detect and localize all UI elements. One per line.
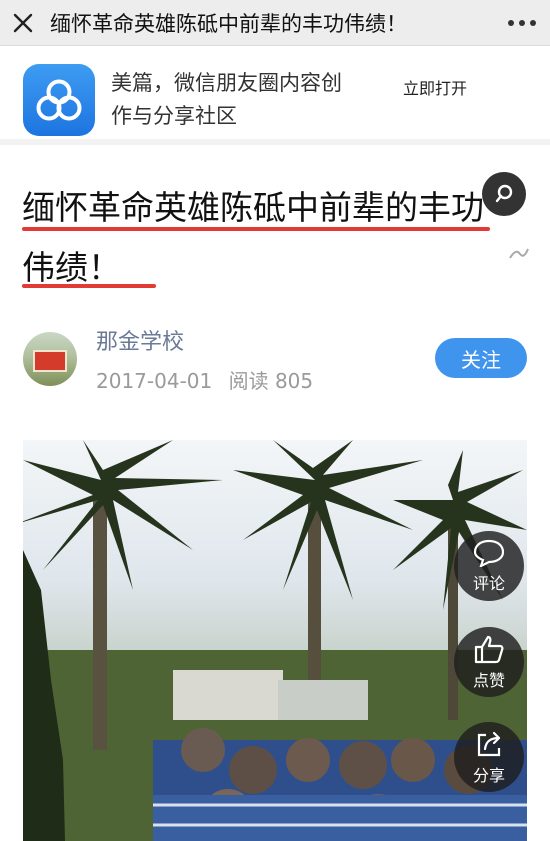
share-icon [477,731,501,756]
share-label: 分享 [472,765,505,785]
link-icon [509,248,529,259]
app-logo-icon [23,64,95,136]
title-underline-1 [22,227,490,231]
app-promo-banner: 美篇，微信朋友圈内容创 作与分享社区 [0,47,550,145]
page-title: 缅怀革命英雄陈砥中前辈的丰功伟绩！ [50,11,407,36]
search-button[interactable] [482,172,526,216]
like-icon [474,635,504,663]
comment-icon [473,539,505,567]
article-photo [23,440,527,841]
avatar[interactable] [23,332,77,386]
search-icon [495,184,513,203]
article-title: 缅怀革命英雄陈砥中前辈的丰功伟绩！ [22,188,484,287]
article-meta: 2017-04-01 阅读 805 [96,365,313,394]
close-button[interactable] [0,0,46,46]
author-name[interactable]: 那金学校 [96,324,184,356]
share-button[interactable]: 分享 [454,722,524,792]
like-button[interactable]: 点赞 [454,627,524,697]
comment-label: 评论 [472,573,505,593]
top-bar: 缅怀革命英雄陈砥中前辈的丰功伟绩！ [0,0,550,46]
reads-count: 805 [274,369,314,393]
promo-line-1: 美篇，微信朋友圈内容创 [111,71,342,95]
open-app-button[interactable]: 立即打开 [403,75,467,99]
reads-label: 阅读 [228,369,269,393]
comment-button[interactable]: 评论 [454,531,524,601]
close-icon [13,13,33,32]
more-icon [508,19,536,26]
publish-date: 2017-04-01 [96,369,213,393]
promo-text: 美篇，微信朋友圈内容创 作与分享社区 [111,67,391,133]
more-button[interactable] [494,0,550,46]
title-underline-2 [22,284,156,288]
promo-line-2: 作与分享社区 [111,104,237,128]
follow-button[interactable]: 关注 [435,338,527,378]
like-label: 点赞 [472,670,505,690]
